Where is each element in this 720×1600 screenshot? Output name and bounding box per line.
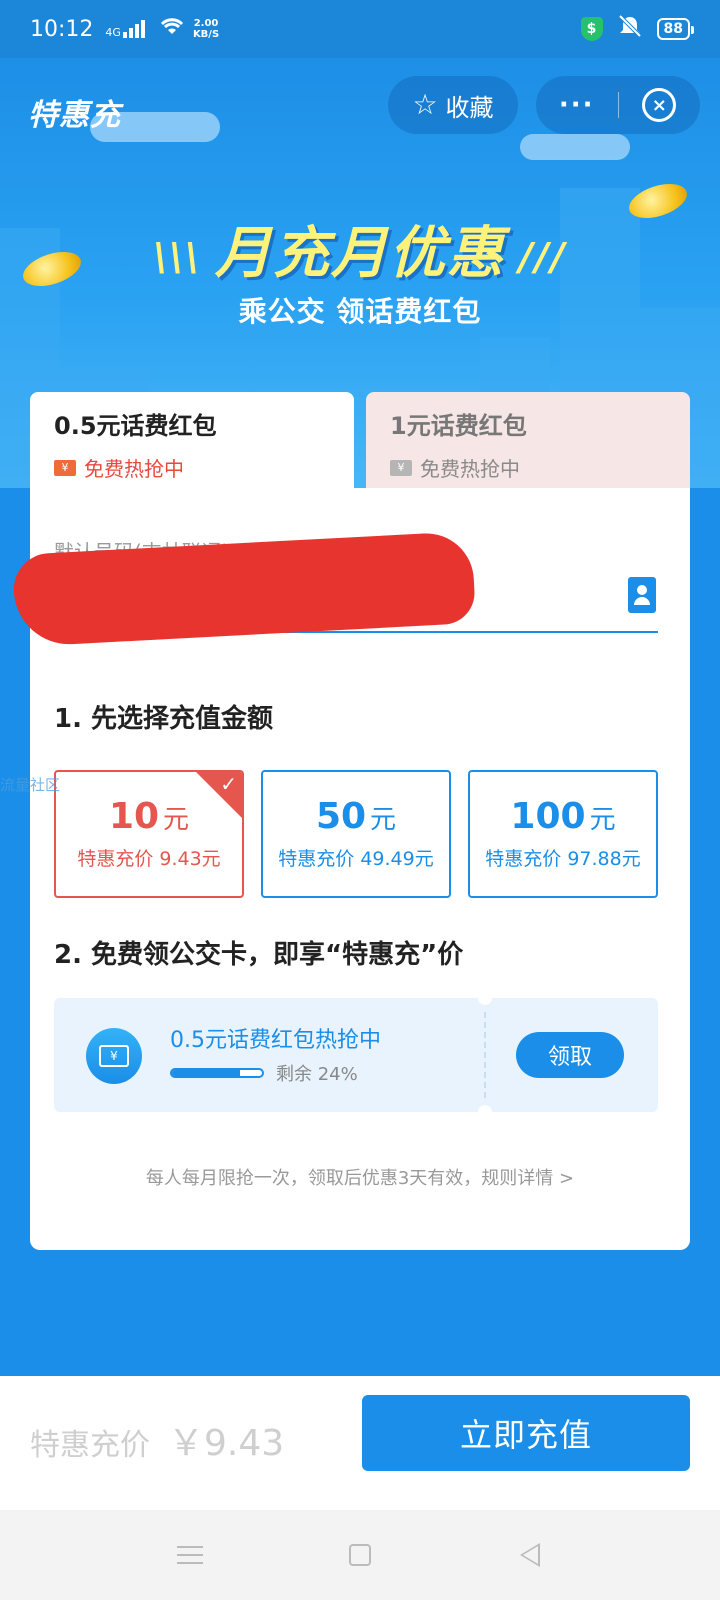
menu-icon[interactable] bbox=[172, 1537, 208, 1573]
network-type: 4G bbox=[105, 26, 121, 39]
system-nav-bar bbox=[0, 1510, 720, 1600]
amount-value: 10 bbox=[108, 795, 160, 837]
mini-program-capsule: ··· × bbox=[536, 76, 700, 134]
security-shield-icon: $ bbox=[580, 17, 603, 41]
net-speed: 2.00 KB/S bbox=[192, 18, 220, 40]
bottom-bar: 特惠充价 ￥9.43 立即充值 bbox=[0, 1376, 720, 1510]
mute-bell-icon bbox=[617, 14, 643, 44]
rules-link[interactable]: 每人每月限抢一次，领取后优惠3天有效，规则详情 > bbox=[30, 1164, 690, 1190]
tab-subtitle: 免费热抢中 bbox=[84, 457, 184, 481]
watermark: 流量社区 bbox=[0, 776, 61, 794]
favorite-label: 收藏 bbox=[445, 93, 494, 122]
price-label: 特惠充价 bbox=[30, 1428, 150, 1463]
total-price: 特惠充价 ￥9.43 bbox=[30, 1414, 284, 1466]
remaining-label: 剩余 24% bbox=[276, 1064, 358, 1085]
phone-number-input[interactable] bbox=[11, 531, 658, 647]
star-icon: ☆ bbox=[412, 88, 438, 121]
remaining-progress-bar bbox=[170, 1068, 264, 1078]
cellular-signal-icon: 4G bbox=[105, 20, 145, 38]
tab-half-yuan[interactable]: 0.5元话费红包 ¥ 免费热抢中 bbox=[30, 392, 354, 490]
check-icon: ✓ bbox=[220, 772, 237, 796]
amount-value: 50 bbox=[315, 795, 367, 837]
amount-options: ✓ 10 元 特惠充价 9.43元 50 元 特惠充价 49.49元 100 元 特惠… bbox=[54, 770, 658, 898]
amount-option-10[interactable]: ✓ 10 元 特惠充价 9.43元 bbox=[54, 770, 244, 898]
tab-one-yuan[interactable]: 1元话费红包 ¥ 免费热抢中 bbox=[366, 392, 690, 490]
amount-price: 特惠充价 49.49元 bbox=[278, 848, 434, 871]
ticket-icon: ¥ bbox=[54, 459, 76, 476]
amount-option-50[interactable]: 50 元 特惠充价 49.49元 bbox=[261, 770, 451, 898]
home-icon[interactable] bbox=[342, 1537, 378, 1573]
ticket-icon: ¥ bbox=[390, 459, 412, 476]
more-icon[interactable]: ··· bbox=[536, 92, 618, 118]
bus-card-coupon: ¥ 0.5元话费红包热抢中 剩余 24% 领取 bbox=[54, 991, 658, 1119]
tab-subtitle: 免费热抢中 bbox=[420, 457, 520, 481]
coupon-title: 0.5元话费红包热抢中 bbox=[170, 1028, 381, 1053]
coupon-ticket-icon: ¥ bbox=[86, 1028, 142, 1084]
close-button[interactable]: × bbox=[619, 88, 701, 122]
coupon-tabs: 0.5元话费红包 ¥ 免费热抢中 1元话费红包 ¥ 免费热抢中 bbox=[30, 392, 690, 490]
price-value: ￥9.43 bbox=[168, 1423, 285, 1464]
back-icon[interactable] bbox=[512, 1537, 548, 1573]
close-icon: × bbox=[642, 88, 677, 122]
claim-button[interactable]: 领取 bbox=[516, 1032, 624, 1078]
brand-logo: 特惠充 bbox=[28, 98, 121, 133]
tab-title: 1元话费红包 bbox=[390, 412, 527, 440]
amount-option-100[interactable]: 100 元 特惠充价 97.88元 bbox=[468, 770, 658, 898]
contact-book-icon[interactable] bbox=[628, 577, 656, 613]
tab-title: 0.5元话费红包 bbox=[54, 412, 217, 440]
amount-price: 特惠充价 97.88元 bbox=[485, 848, 641, 871]
hero-subtitle: 乘公交 领话费红包 bbox=[238, 295, 482, 328]
clock: 10:12 bbox=[30, 16, 94, 42]
step1-title: 1. 先选择充值金额 bbox=[54, 704, 274, 734]
wifi-icon bbox=[159, 16, 185, 42]
step2-title: 2. 免费领公交卡，即享“特惠充”价 bbox=[54, 940, 464, 970]
battery-icon: 88 bbox=[656, 18, 695, 40]
hero-title: \\\ 月充月优惠/// bbox=[153, 221, 567, 286]
status-bar: 10:12 4G 2.00 KB/S $ 88 bbox=[0, 0, 720, 58]
recharge-card: 默认号码(吉林联通) 1. 先选择充值金额 ✓ 10元 特惠充价 9.43元 5… bbox=[11, 488, 690, 1250]
amount-price: 特惠充价 9.43元 bbox=[77, 848, 221, 871]
amount-value: 100 bbox=[510, 795, 586, 837]
favorite-button[interactable]: ☆ 收藏 bbox=[388, 76, 518, 134]
recharge-now-button[interactable]: 立即充值 bbox=[362, 1395, 690, 1471]
